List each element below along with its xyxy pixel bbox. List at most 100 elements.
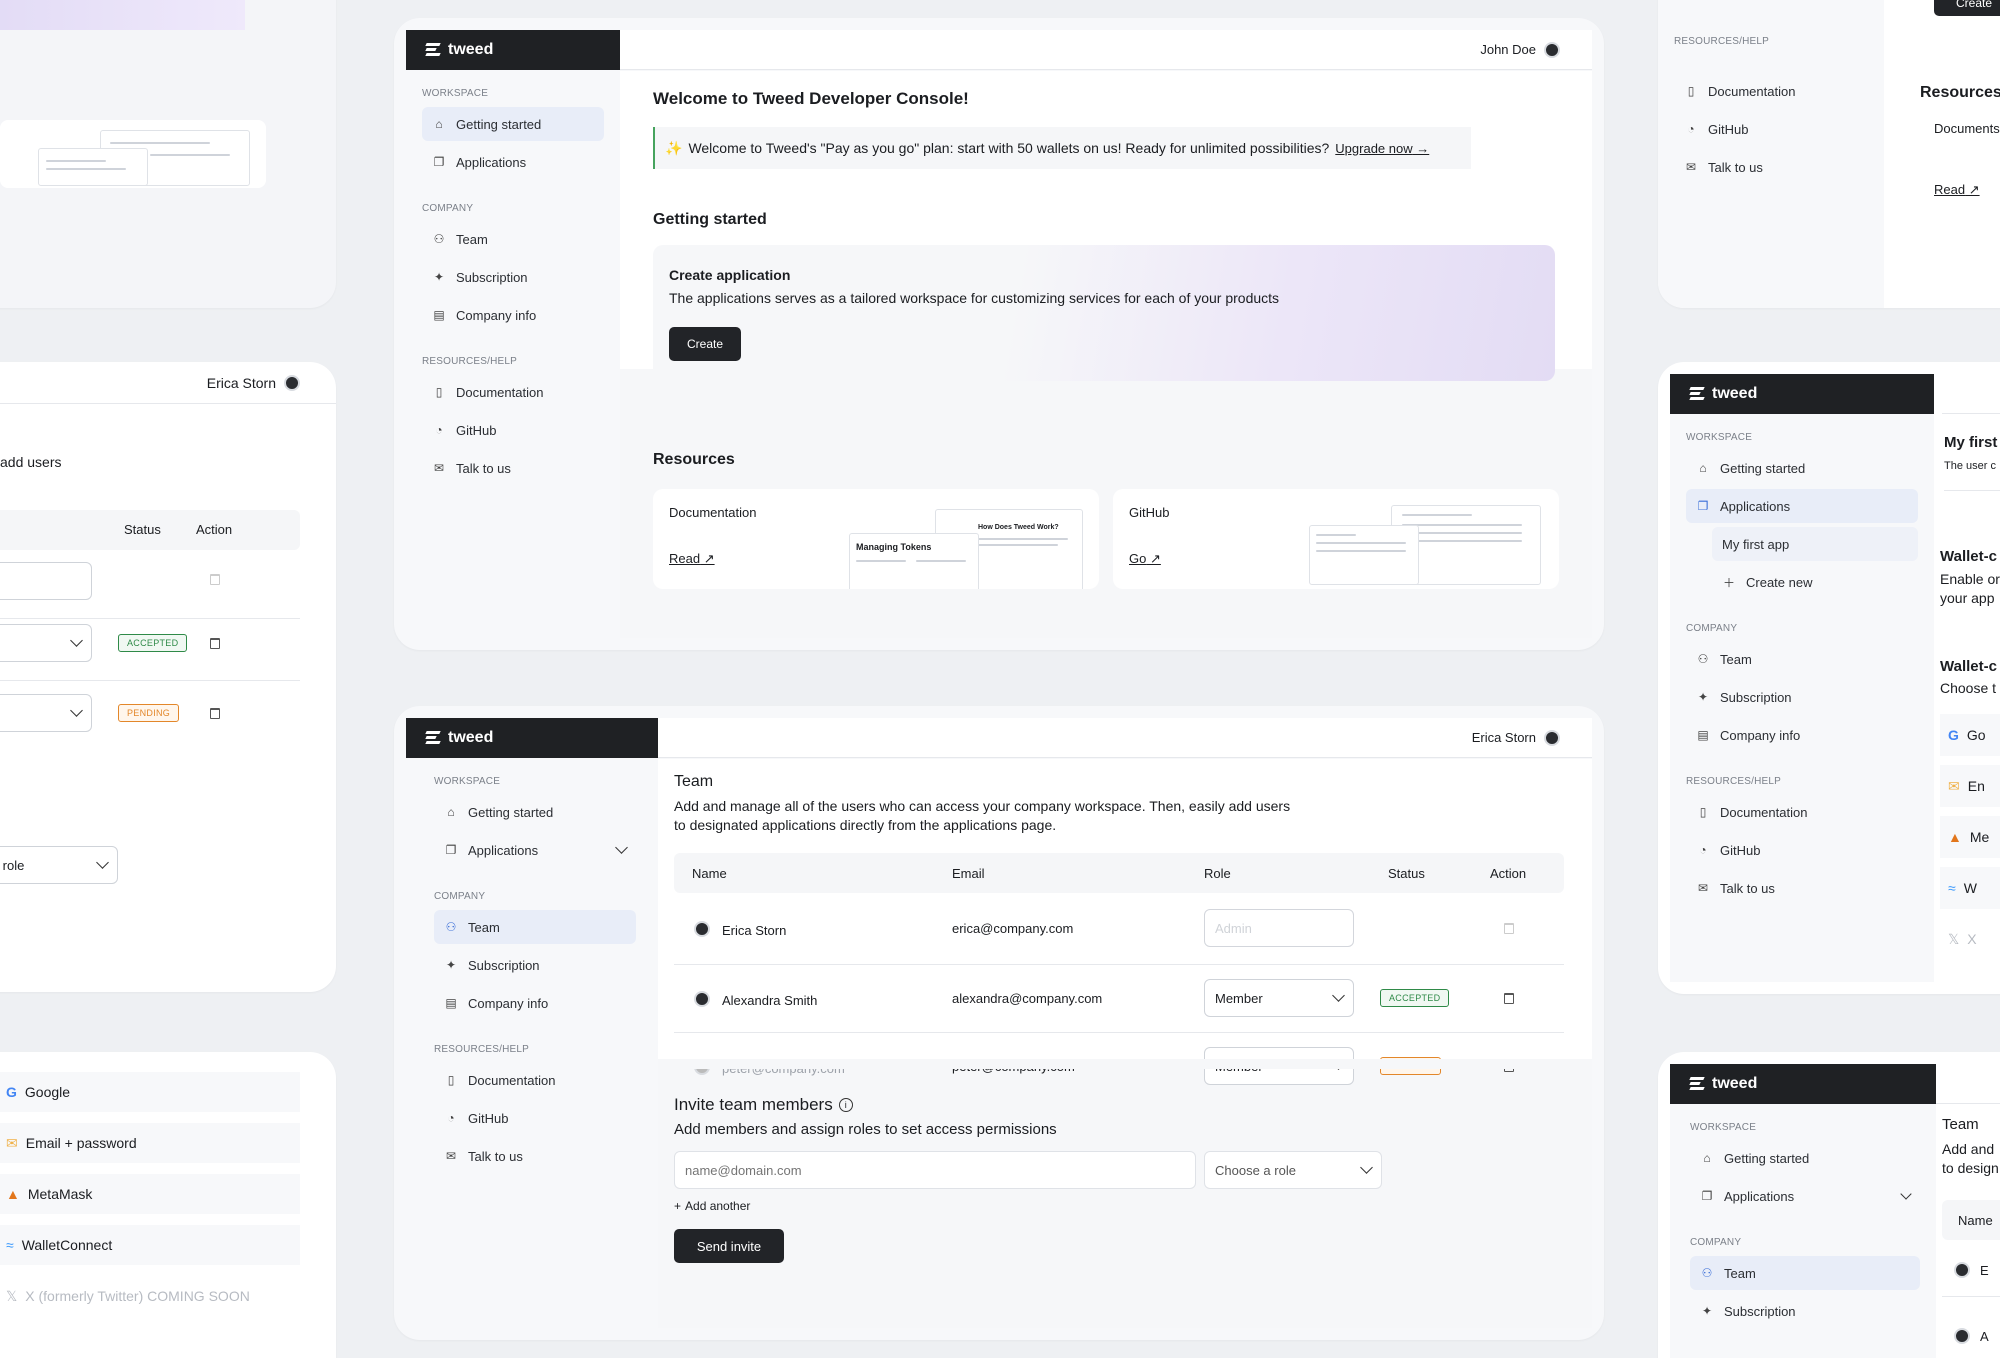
sidebar-item-talk[interactable]: ✉ Talk to us	[422, 451, 604, 485]
walletconnect-icon: ≈	[1948, 880, 1956, 896]
sparkle-icon: ✦	[1701, 1304, 1713, 1318]
choose-role-select[interactable]: Choose a role	[1204, 1151, 1382, 1189]
tweed-logo[interactable]: tweed	[406, 30, 620, 70]
sidebar-item-documentation[interactable]: ▯ Documentation	[1686, 795, 1918, 829]
go-link[interactable]: Go ↗	[1129, 551, 1161, 567]
sidebar-item-applications[interactable]: ❐ Applications	[1686, 489, 1918, 523]
documents-title: Documents	[1934, 121, 2000, 136]
tweed-logo-icon	[424, 730, 442, 746]
sidebar-item-subscription[interactable]: ✦ Subscription	[1686, 680, 1918, 714]
preview-card	[0, 120, 266, 188]
sidebar-item-team[interactable]: ⚇ Team	[422, 222, 604, 256]
status-badge: ACCEPTED	[1380, 989, 1450, 1007]
sidebar-item-github[interactable]: ◔ GitHub	[422, 413, 604, 447]
home-icon: ⌂	[435, 117, 443, 131]
team-icon: ⚇	[445, 920, 457, 934]
home-icon: ⌂	[1699, 461, 1707, 475]
login-walletconnect[interactable]: ≈ WalletConnect	[0, 1225, 300, 1265]
sidebar-item-github[interactable]: ◔ GitHub	[434, 1101, 636, 1135]
create-button[interactable]: Create	[669, 327, 741, 361]
sidebar-item-getting-started[interactable]: ⌂ Getting started	[1686, 451, 1918, 485]
left-top-card	[0, 0, 336, 308]
sidebar-item-getting-started[interactable]: ⌂ Getting started	[1690, 1141, 1920, 1175]
chevron-down-icon	[70, 704, 83, 717]
tweed-logo[interactable]: tweed	[1670, 1064, 1936, 1104]
login-email[interactable]: ✉ Email + password	[0, 1123, 300, 1163]
avatar[interactable]	[1544, 41, 1560, 58]
section-resources: RESOURCES/HELP	[1686, 776, 1782, 787]
role-select[interactable]: er	[0, 624, 92, 662]
sidebar-item-documentation[interactable]: ▯ Documentation	[422, 375, 604, 409]
sidebar-item-github[interactable]: ◔ GitHub	[1686, 833, 1918, 867]
login-google[interactable]: G Google	[0, 1072, 300, 1112]
trash-icon[interactable]	[210, 574, 220, 585]
sidebar-item-my-first-app[interactable]: My first app	[1712, 527, 1918, 561]
page-title: Team	[1942, 1116, 1979, 1133]
sidebar-item-documentation[interactable]: ▯ Documentation	[434, 1063, 636, 1097]
status-badge: PENDING	[118, 704, 180, 722]
section-company: COMPANY	[1690, 1237, 1742, 1248]
sidebar-item-company-info[interactable]: ▤ Company info	[1686, 718, 1918, 752]
add-another-link[interactable]: + Add another	[674, 1199, 750, 1213]
provider-google[interactable]: G Go	[1940, 714, 2000, 756]
upgrade-link[interactable]: Upgrade now →	[1335, 141, 1429, 156]
provider-metamask[interactable]: ▲ Me	[1940, 816, 2000, 858]
sidebar-item-getting-started[interactable]: ⌂ Getting started	[434, 795, 636, 829]
provider-email[interactable]: ✉ En	[1940, 765, 2000, 807]
doc-preview-heading: How Does Tweed Work?	[978, 524, 1059, 531]
sidebar-item-talk[interactable]: ✉ Talk to us	[434, 1139, 636, 1173]
member-email: erica@company.com	[952, 921, 1074, 936]
login-metamask[interactable]: ▲ MetaMask	[0, 1174, 300, 1214]
sidebar-item-getting-started[interactable]: ⌂ Getting started	[422, 107, 604, 141]
sidebar-item-team[interactable]: ⚇ Team	[1686, 642, 1918, 676]
google-icon: G	[1948, 727, 1959, 743]
documentation-card[interactable]: Documentation Read ↗ How Does Tweed Work…	[653, 489, 1099, 589]
document-icon: ▯	[1699, 805, 1707, 819]
sidebar-item-company-info[interactable]: ▤ Company info	[434, 986, 636, 1020]
sidebar-item-documentation[interactable]: ▯ Documentation	[1674, 74, 1868, 108]
col-role: Role	[1204, 866, 1231, 881]
sidebar-item-applications[interactable]: ❐ Applications	[434, 833, 636, 867]
tweed-logo[interactable]: tweed	[406, 718, 658, 758]
sidebar-item-applications[interactable]: ❐ Applications	[422, 145, 604, 179]
read-link[interactable]: Read ↗	[1934, 182, 1980, 198]
send-invite-button[interactable]: Send invite	[674, 1229, 784, 1263]
resources-heading: Resources	[1920, 84, 2000, 101]
info-icon[interactable]: i	[838, 1098, 853, 1112]
sidebar-item-talk[interactable]: ✉ Talk to us	[1674, 150, 1868, 184]
table-row: A	[1954, 1328, 1989, 1344]
trash-icon[interactable]	[210, 638, 220, 649]
sidebar-item-create-new[interactable]: ＋ Create new	[1712, 565, 1918, 599]
read-link[interactable]: Read ↗	[669, 551, 715, 567]
choose-role-select[interactable]: e a role	[0, 846, 118, 884]
avatar[interactable]	[1544, 729, 1560, 746]
create-button[interactable]: Create	[1934, 0, 2000, 16]
team-icon: ⚇	[433, 232, 445, 246]
member-name: Erica Storn	[722, 923, 787, 938]
role-input[interactable]	[0, 562, 92, 600]
avatar[interactable]	[284, 374, 300, 391]
sidebar-item-team[interactable]: ⚇ Team	[1690, 1256, 1920, 1290]
email-field[interactable]	[674, 1151, 1196, 1189]
trash-icon[interactable]	[210, 708, 220, 719]
main-content: Team Add and manage all of the users who…	[658, 759, 1592, 1328]
sidebar-item-team[interactable]: ⚇ Team	[434, 910, 636, 944]
github-icon: ◔	[1699, 843, 1707, 857]
envelope-icon: ✉	[1948, 777, 1960, 794]
create-app-title: Create application	[669, 267, 791, 283]
sidebar-item-company-info[interactable]: ▤ Company info	[422, 298, 604, 332]
sidebar-item-applications[interactable]: ❐ Applications	[1690, 1179, 1920, 1213]
provider-x: 𝕏X	[1948, 930, 1977, 948]
tweed-logo[interactable]: tweed	[1670, 374, 1934, 414]
github-card[interactable]: GitHub Go ↗	[1113, 489, 1559, 589]
section-resources: RESOURCES/HELP	[1674, 36, 1770, 47]
sidebar-item-subscription[interactable]: ✦ Subscription	[434, 948, 636, 982]
sidebar-item-talk[interactable]: ✉ Talk to us	[1686, 871, 1918, 905]
sidebar-item-github[interactable]: ◔ GitHub	[1674, 112, 1868, 146]
provider-walletconnect[interactable]: ≈ W	[1940, 867, 2000, 909]
sidebar-item-subscription[interactable]: ✦ Subscription	[422, 260, 604, 294]
role-select[interactable]: er	[0, 694, 92, 732]
sidebar-item-subscription[interactable]: ✦ Subscription	[1690, 1294, 1920, 1328]
trash-icon[interactable]	[1504, 993, 1514, 1004]
role-select[interactable]: Member	[1204, 979, 1354, 1017]
